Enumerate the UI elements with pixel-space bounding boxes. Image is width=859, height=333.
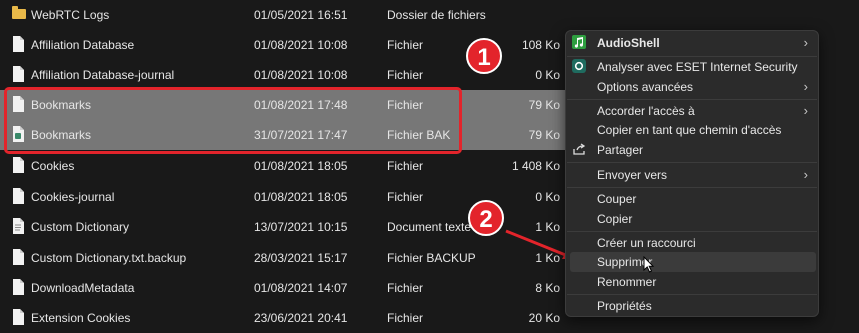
chevron-right-icon: › <box>803 79 808 94</box>
file-name: Affiliation Database <box>31 38 135 52</box>
menu-separator <box>567 187 817 188</box>
chevron-right-icon: › <box>803 35 808 50</box>
menu-item-send-to[interactable]: Envoyer vers › <box>566 165 818 185</box>
context-menu: AudioShell › Analyser avec ESET Internet… <box>565 30 819 317</box>
menu-item-eset-scan[interactable]: Analyser avec ESET Internet Security <box>566 57 818 77</box>
file-icon <box>13 309 24 325</box>
menu-item-create-shortcut[interactable]: Créer un raccourci <box>566 233 818 253</box>
file-type: Fichier <box>387 38 424 52</box>
file-type: Fichier <box>387 311 424 325</box>
file-name: Cookies <box>31 159 75 173</box>
file-date: 28/03/2021 15:17 <box>254 251 348 265</box>
eset-icon <box>572 59 586 76</box>
file-type: Fichier <box>387 159 424 173</box>
menu-separator <box>567 162 817 163</box>
menu-item-rename[interactable]: Renommer <box>566 272 818 292</box>
file-date: 01/08/2021 18:05 <box>254 190 348 204</box>
file-row-cookies[interactable]: Cookies 01/08/2021 18:05 Fichier 1 408 K… <box>0 151 580 181</box>
file-date: 01/08/2021 10:08 <box>254 68 348 82</box>
file-name: Custom Dictionary <box>31 220 130 234</box>
file-size: 8 Ko <box>535 281 560 295</box>
file-date: 01/08/2021 10:08 <box>254 38 348 52</box>
file-name: Affiliation Database-journal <box>31 68 175 82</box>
file-icon <box>13 36 24 52</box>
chevron-right-icon: › <box>803 167 808 182</box>
folder-icon <box>12 6 26 19</box>
file-size: 79 Ko <box>528 128 560 142</box>
share-icon <box>572 142 586 159</box>
file-name: Extension Cookies <box>31 311 131 325</box>
audioshell-icon <box>572 35 586 52</box>
menu-item-cut[interactable]: Couper <box>566 189 818 209</box>
menu-separator <box>567 294 817 295</box>
chevron-right-icon: › <box>803 103 808 118</box>
file-name: WebRTC Logs <box>31 8 110 22</box>
menu-item-properties[interactable]: Propriétés <box>566 296 818 316</box>
menu-separator <box>567 99 817 100</box>
menu-item-delete[interactable]: Supprimer <box>570 252 816 272</box>
file-type: Dossier de fichiers <box>387 8 486 22</box>
file-row-extension-cookies[interactable]: Extension Cookies 23/06/2021 20:41 Fichi… <box>0 303 580 333</box>
file-icon <box>13 188 24 204</box>
file-date: 01/05/2021 16:51 <box>254 8 348 22</box>
file-row-webrtc-logs[interactable]: WebRTC Logs 01/05/2021 16:51 Dossier de … <box>0 0 580 30</box>
file-type: Fichier BACKUP <box>387 251 476 265</box>
menu-item-copy[interactable]: Copier <box>566 209 818 229</box>
file-icon <box>13 279 24 295</box>
menu-item-audioshell[interactable]: AudioShell › <box>566 33 818 53</box>
mouse-cursor-icon <box>643 256 655 273</box>
file-size: 79 Ko <box>528 98 560 112</box>
menu-item-grant-access[interactable]: Accorder l'accès à › <box>566 101 818 121</box>
file-type: Fichier <box>387 281 424 295</box>
step-badge-1: 1 <box>466 38 502 74</box>
step-badge-2: 2 <box>468 200 504 236</box>
file-type: Fichier <box>387 190 424 204</box>
file-icon <box>13 66 24 82</box>
file-size: 1 408 Ko <box>511 159 560 173</box>
menu-item-advanced-options[interactable]: Options avancées › <box>566 77 818 97</box>
file-type: Document texte <box>387 220 472 234</box>
text-file-icon <box>13 218 24 234</box>
file-icon <box>13 249 24 265</box>
file-size: 20 Ko <box>528 311 560 325</box>
file-name: Custom Dictionary.txt.backup <box>31 251 187 265</box>
selection-callout-box <box>4 87 462 154</box>
file-name: Cookies-journal <box>31 190 115 204</box>
file-size: 0 Ko <box>535 68 560 82</box>
file-row-custom-dictionary-backup[interactable]: Custom Dictionary.txt.backup 28/03/2021 … <box>0 243 580 273</box>
menu-item-copy-path[interactable]: Copier en tant que chemin d'accès <box>566 120 818 140</box>
file-row-downloadmetadata[interactable]: DownloadMetadata 01/08/2021 14:07 Fichie… <box>0 273 580 303</box>
menu-separator <box>567 231 817 232</box>
file-size: 108 Ko <box>521 38 560 52</box>
file-size: 0 Ko <box>535 190 560 204</box>
file-date: 01/08/2021 14:07 <box>254 281 348 295</box>
file-date: 13/07/2021 10:15 <box>254 220 348 234</box>
file-type: Fichier <box>387 68 424 82</box>
file-date: 23/06/2021 20:41 <box>254 311 348 325</box>
file-date: 01/08/2021 18:05 <box>254 159 348 173</box>
file-icon <box>13 157 24 173</box>
file-name: DownloadMetadata <box>31 281 135 295</box>
menu-item-share[interactable]: Partager <box>566 140 818 160</box>
